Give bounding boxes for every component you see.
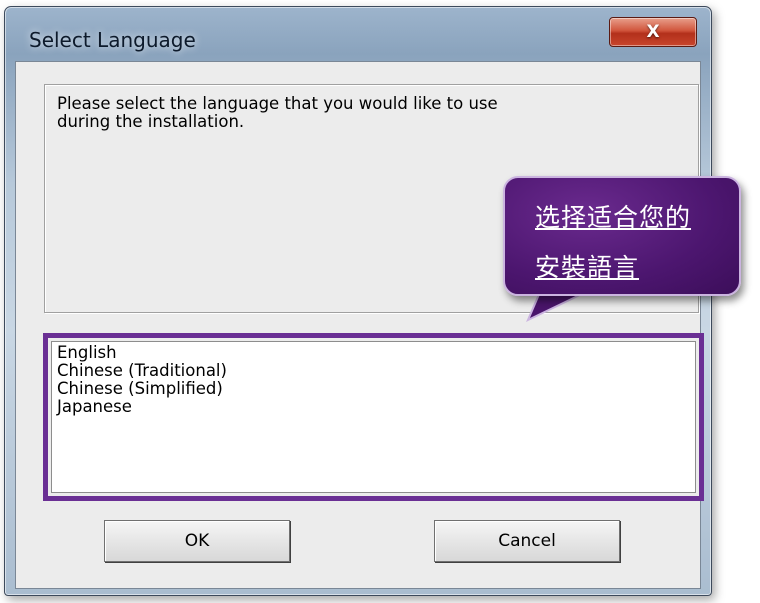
title-bar[interactable]: Select Language X [5, 7, 711, 61]
instruction-line-2: during the installation. [57, 112, 245, 131]
language-item-chinese-traditional[interactable]: Chinese (Traditional) [54, 362, 227, 380]
instruction-text: Please select the language that you woul… [57, 95, 617, 131]
dialog-client-area: Please select the language that you woul… [15, 61, 704, 589]
language-list[interactable]: English Chinese (Traditional) Chinese (S… [51, 341, 696, 493]
language-list-highlight: English Chinese (Traditional) Chinese (S… [43, 333, 704, 501]
callout-line-2: 安裝語言 [535, 253, 640, 282]
callout-line-1: 选择适合您的 [535, 203, 692, 232]
instruction-line-1: Please select the language that you woul… [57, 94, 498, 113]
close-button[interactable]: X [609, 17, 697, 47]
cancel-button[interactable]: Cancel [434, 520, 620, 562]
close-icon: X [646, 22, 660, 42]
window-title: Select Language [29, 28, 196, 52]
language-item-chinese-simplified[interactable]: Chinese (Simplified) [54, 380, 227, 398]
ok-button[interactable]: OK [104, 520, 290, 562]
select-language-dialog: Select Language X Please select the lang… [4, 6, 712, 596]
annotation-callout: 选择适合您的 安裝語言 [503, 176, 741, 296]
language-item-english[interactable]: English [54, 344, 227, 362]
language-item-japanese[interactable]: Japanese [54, 398, 227, 416]
